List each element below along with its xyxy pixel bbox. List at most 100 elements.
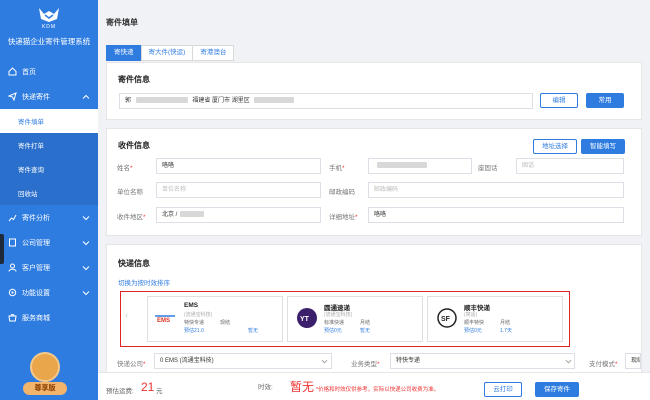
svg-text:EMS: EMS [157,318,170,323]
yto-logo-icon: YT [294,307,320,329]
postcode-label: 邮政编码 [329,189,355,196]
sidebar-nav: 首页 快递寄件 寄件填单 寄件打单 寄件查询 回收站 寄件分析 公司管理 客户管… [0,59,98,330]
store-icon [8,313,17,322]
chevron-down-icon [82,291,90,296]
sidebar-item-settings[interactable]: 功能设置 [0,280,98,305]
system-title: 快递猫企业寄件管理系统 [7,37,91,46]
tab-hk-mo-tw[interactable]: 寄港澳台 [192,45,235,61]
sidebar-item-label: 公司管理 [22,239,50,247]
svg-text:YT: YT [300,316,310,323]
side-drag-handle[interactable] [0,234,4,264]
tab-bar: 寄快递 寄大件(快运) 寄港澳台 [106,45,235,61]
landline-label: 座固话 [478,165,498,172]
crown-icon [30,352,60,382]
carrier-card-sf[interactable]: SF 顺丰快递 (简适) 顺丰特快 月结 预估0元 1.7天 [427,296,563,342]
carrier-card-ems[interactable]: EMS EMS (流通宝科技) 特快专递 现结 预估21.0 暂无 [147,296,283,342]
sidebar-submenu: 寄件填单 寄件打单 寄件查询 回收站 [0,109,98,205]
carrier-list: EMS EMS (流通宝科技) 特快专递 现结 预估21.0 暂无 YT 圆通速… [120,291,570,347]
name-label: 姓名* [117,165,133,172]
receiver-title: 收件信息 [118,141,150,150]
sidebar-item-home[interactable]: 首页 [0,59,98,84]
send-icon [8,92,17,101]
sidebar-item-label: 首页 [22,68,36,76]
smart-fill-button[interactable]: 智能填写 [581,139,625,154]
vip-badge[interactable]: 尊享版 [20,352,70,398]
time-value: 暂无 [290,380,315,394]
landline-field[interactable]: 固话 [516,158,624,174]
sidebar-subitem-print[interactable]: 寄件打单 [0,133,98,157]
home-icon [8,67,17,76]
company-field[interactable]: 单位名称 [156,182,321,198]
sender-edit-button[interactable]: 编辑 [540,93,578,108]
phone-label: 手机* [329,165,345,172]
cat-logo-icon [39,8,59,22]
sidebar-item-label: 快递寄件 [22,93,50,101]
chevron-down-icon [82,216,90,221]
sidebar-subitem-query[interactable]: 寄件查询 [0,157,98,181]
express-company-select[interactable]: 0 EMS (流通宝科技) [154,353,332,369]
page-title: 寄件填单 [106,18,138,27]
carrier-card-yto[interactable]: YT 圆通速递 (流通宝科技) 标准快递 月结 预估0元 暂无 [287,296,423,342]
sender-name-prefix: 郭 [125,98,132,104]
sidebar-item-label: 寄件分析 [22,214,50,222]
chevron-down-icon [321,359,328,364]
region-select[interactable]: 北京 / [156,207,321,223]
footer-bar: 预估运费: 21 元 时效: 暂无 *价格和时效仅供参考，实际以快递公司收费为准… [98,372,650,400]
company-label: 单位名称 [117,189,143,196]
name-field[interactable]: 咯咯 [156,158,321,174]
chart-icon [8,213,17,222]
estimate-label: 预估运费: [106,388,134,395]
region-label: 收件地区* [117,214,146,221]
sidebar-item-express[interactable]: 快递寄件 [0,84,98,109]
save-shipment-button[interactable]: 保存寄件 [535,382,579,397]
user-icon [8,263,17,272]
detail-address-field[interactable]: 咯咯 [368,207,624,223]
postcode-field[interactable]: 邮政编码 [368,182,624,198]
sender-address: 福建省 厦门市 湖里区 [192,98,250,104]
chevron-down-icon [565,359,572,364]
sidebar: KDM 快递猫企业寄件管理系统 首页 快递寄件 寄件填单 寄件打单 寄件查询 回… [0,0,98,400]
sidebar-subitem-fill-form[interactable]: 寄件填单 [0,109,98,133]
service-type-select[interactable]: 特快专递 [390,353,575,369]
sender-common-button[interactable]: 常用 [586,93,624,108]
chevron-up-icon [82,94,90,99]
pay-mode-label: 支付模式* [589,361,618,368]
sidebar-item-analysis[interactable]: 寄件分析 [0,205,98,230]
sort-switch-link[interactable]: 切换为按时效排序 [118,277,170,287]
sidebar-item-company[interactable]: 公司管理 [0,230,98,255]
sidebar-item-label: 功能设置 [22,289,50,297]
vip-label: 尊享版 [23,382,67,395]
tab-express[interactable]: 寄快递 [106,45,142,61]
sender-address-field[interactable]: 郭 福建省 厦门市 湖里区 [119,93,533,109]
chevron-down-icon [82,266,90,271]
gear-icon [8,288,17,297]
pay-mode-select[interactable]: 现结 [625,353,641,369]
sf-logo-icon: SF [434,307,460,329]
estimate-value: 21 [141,380,155,394]
logo-text: KDM [41,24,57,30]
receiver-card: 收件信息 地址选择 智能填写 姓名* 咯咯 手机* 座固话 固话 单位名称 单位… [106,128,642,236]
sidebar-subitem-recycle[interactable]: 回收站 [0,181,98,205]
svg-text:SF: SF [441,316,451,323]
express-company-label: 快递公司* [117,361,146,368]
logo: KDM [0,0,98,34]
sidebar-item-customer[interactable]: 客户管理 [0,255,98,280]
ems-logo-icon: EMS [154,307,180,329]
estimate-unit: 元 [156,388,163,395]
sidebar-item-label: 服务商城 [22,314,50,322]
address-select-button[interactable]: 地址选择 [533,139,577,154]
time-label: 时效: [258,384,273,391]
price-note: *价格和时效仅供参考，实际以快递公司收费为准。 [316,387,440,393]
service-type-label: 业务类型* [351,361,380,368]
sender-title: 寄件信息 [118,75,150,84]
tab-freight[interactable]: 寄大件(快运) [140,45,194,61]
express-title: 快递信息 [118,259,150,268]
phone-field[interactable] [368,158,472,174]
company-icon [8,238,17,247]
sender-card: 寄件信息 郭 福建省 厦门市 湖里区 编辑 常用 [106,62,642,120]
chevron-down-icon [82,241,90,246]
detail-address-label: 详细地址* [329,214,358,221]
sidebar-item-label: 客户管理 [22,264,50,272]
cloud-print-button[interactable]: 云打印 [484,382,522,397]
sidebar-item-store[interactable]: 服务商城 [0,305,98,330]
